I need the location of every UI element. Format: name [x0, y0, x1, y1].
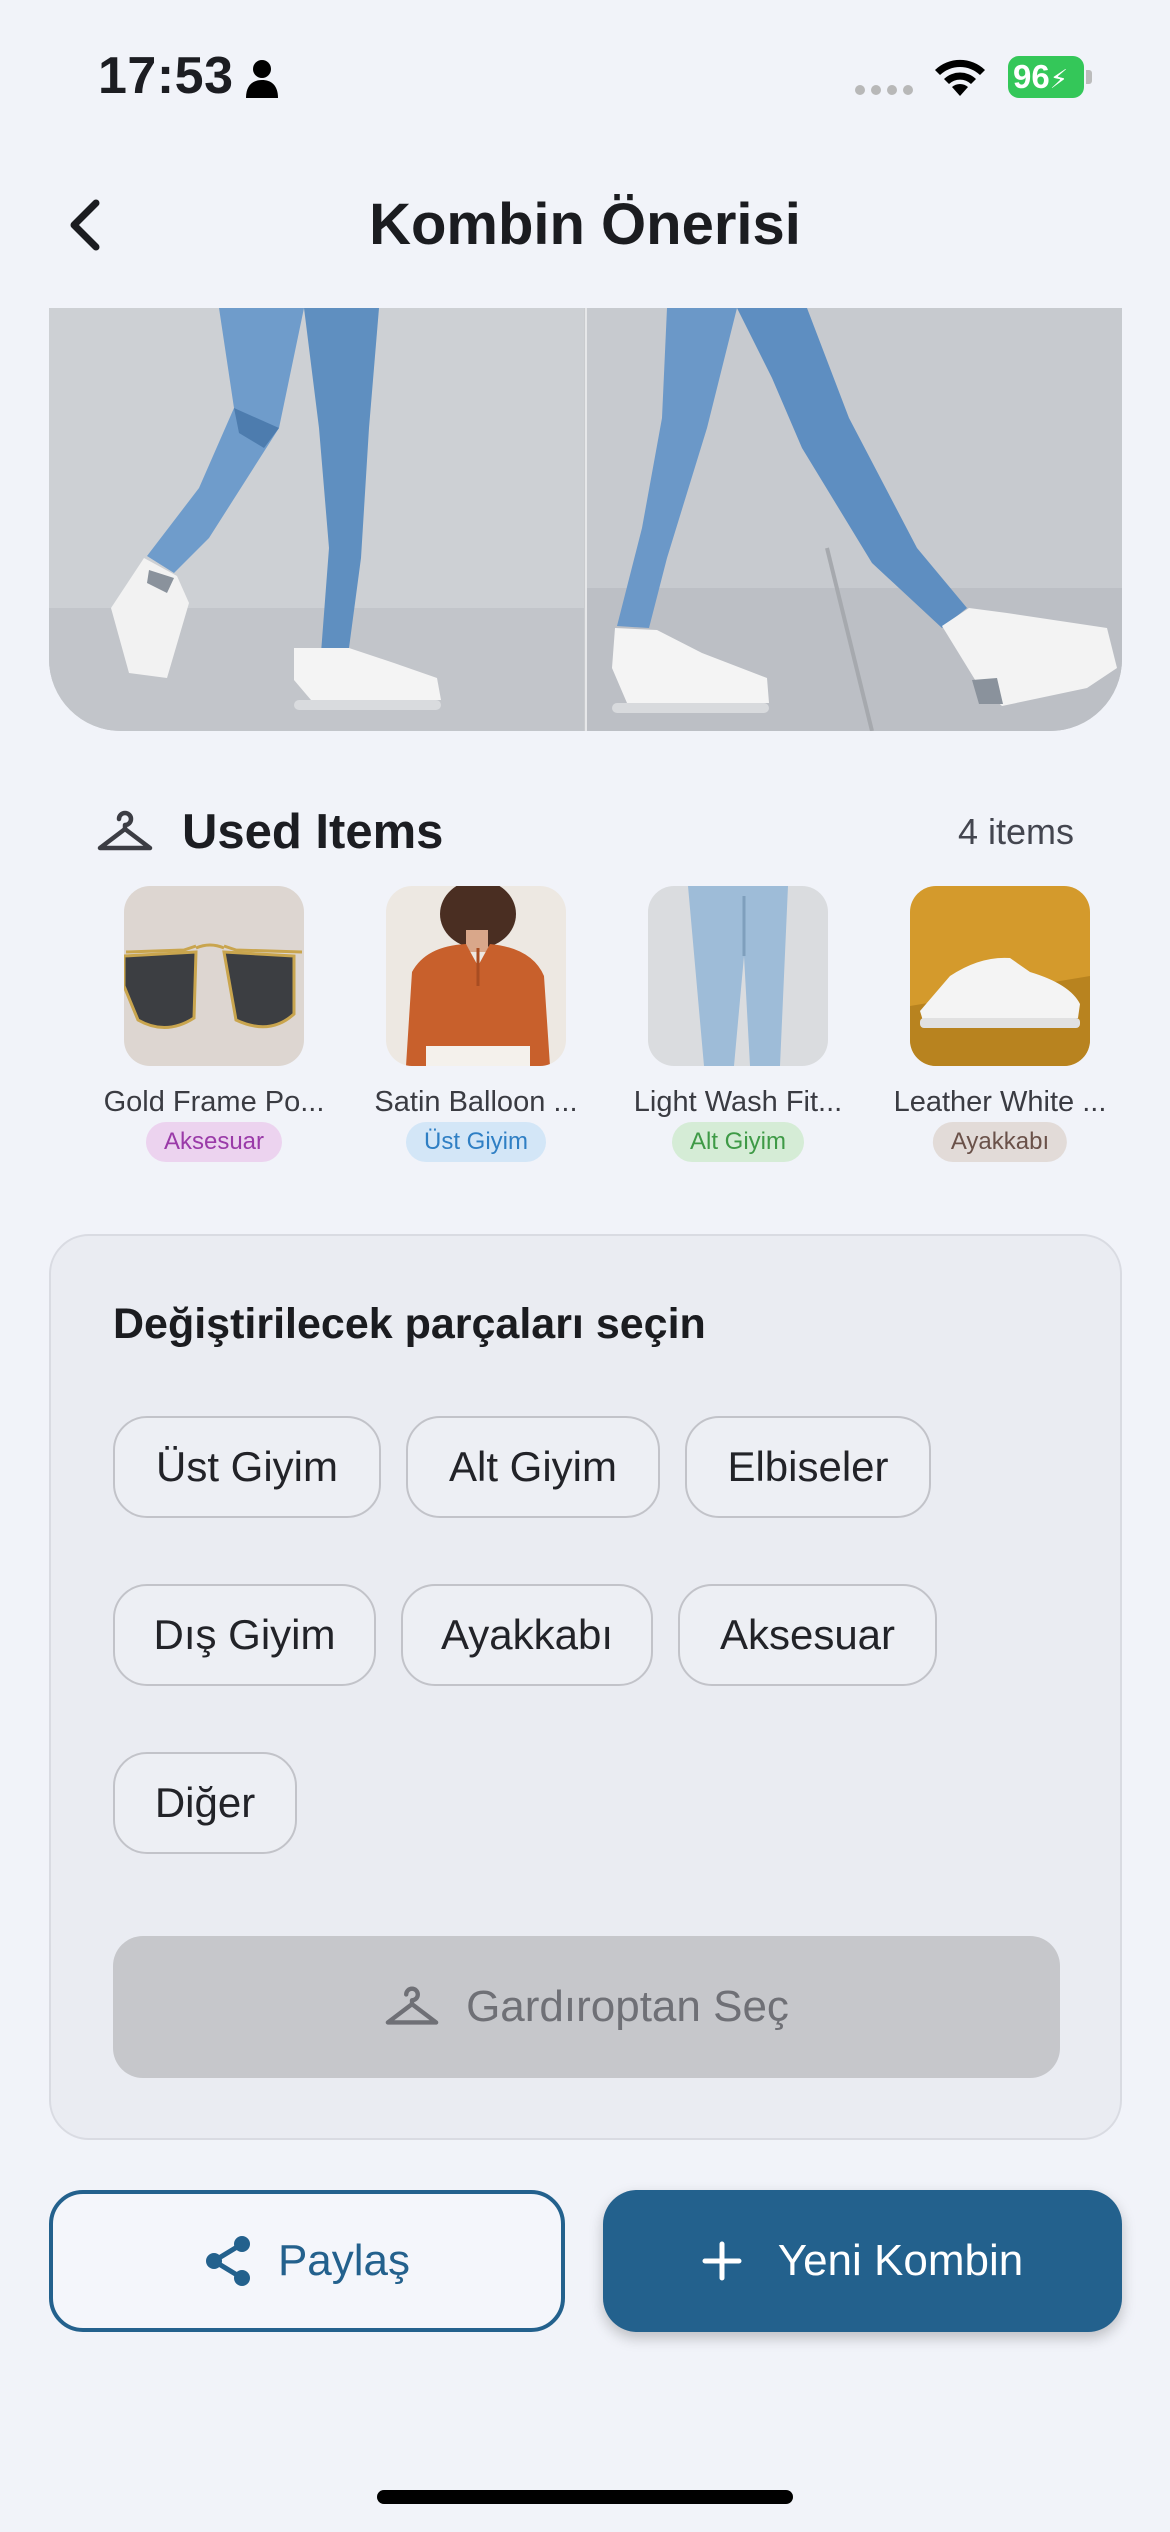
cellular-signal-icon: [855, 85, 913, 95]
category-badge: Ayakkabı: [932, 1122, 1068, 1162]
chip-dis-giyim[interactable]: Dış Giyim: [113, 1584, 376, 1686]
wardrobe-button-label: Gardıroptan Seç: [466, 1982, 789, 2031]
battery-indicator: 96⚡: [1008, 56, 1092, 98]
chip-ust-giyim[interactable]: Üst Giyim: [113, 1416, 381, 1518]
status-bar: 17:53 96⚡: [0, 0, 1170, 150]
home-indicator[interactable]: [377, 2490, 793, 2504]
chip-ayakkabi[interactable]: Ayakkabı: [401, 1584, 653, 1686]
chip-diger[interactable]: Diğer: [113, 1752, 297, 1854]
plus-icon: [702, 2241, 742, 2281]
chevron-left-icon: [70, 199, 100, 251]
used-item-card[interactable]: Light Wash Fit... Alt Giyim: [618, 886, 858, 1166]
outfit-image-right: [585, 308, 1122, 731]
item-name: Gold Frame Po...: [103, 1086, 325, 1118]
used-item-card[interactable]: Gold Frame Po... Aksesuar: [94, 886, 334, 1166]
chip-aksesuar[interactable]: Aksesuar: [678, 1584, 937, 1686]
item-thumbnail: [910, 886, 1090, 1066]
battery-level: 96: [1013, 58, 1050, 95]
chip-elbiseler[interactable]: Elbiseler: [685, 1416, 931, 1518]
panel-title: Değiştirilecek parçaları seçin: [113, 1300, 706, 1348]
person-icon: [246, 60, 278, 98]
outfit-image: [49, 308, 1122, 731]
used-items-count: 4 items: [957, 811, 1074, 852]
outfit-image-left: [49, 308, 584, 731]
new-outfit-button[interactable]: Yeni Kombin: [603, 2190, 1122, 2332]
choose-from-wardrobe-button[interactable]: Gardıroptan Seç: [113, 1936, 1060, 2078]
wifi-icon: [935, 59, 985, 96]
hanger-icon: [97, 810, 153, 851]
item-name: Light Wash Fit...: [633, 1086, 843, 1118]
category-badge: Aksesuar: [145, 1122, 283, 1162]
item-name: Leather White ...: [893, 1086, 1107, 1118]
status-time: 17:53: [98, 47, 234, 105]
page-title: Kombin Önerisi: [369, 192, 801, 257]
used-items-title: Used Items: [182, 805, 444, 859]
share-icon: [205, 2236, 250, 2286]
category-badge: Üst Giyim: [406, 1122, 546, 1162]
share-button[interactable]: Paylaş: [49, 2190, 565, 2332]
used-item-card[interactable]: Leather White ... Ayakkabı: [880, 886, 1120, 1166]
item-thumbnail: [386, 886, 566, 1066]
hanger-icon: [385, 1986, 439, 2025]
replace-items-panel: Değiştirilecek parçaları seçin Üst Giyim…: [49, 1234, 1122, 2140]
share-button-label: Paylaş: [277, 2236, 411, 2285]
chip-alt-giyim[interactable]: Alt Giyim: [406, 1416, 660, 1518]
item-thumbnail: [648, 886, 828, 1066]
item-thumbnail: [124, 886, 304, 1066]
used-items-header: Used Items 4 items: [96, 800, 1096, 864]
used-item-card[interactable]: Satin Balloon ... Üst Giyim: [356, 886, 596, 1166]
category-badge: Alt Giyim: [672, 1122, 804, 1162]
back-button[interactable]: [52, 188, 116, 262]
new-outfit-button-label: Yeni Kombin: [777, 2236, 1024, 2285]
item-name: Satin Balloon ...: [374, 1086, 578, 1118]
